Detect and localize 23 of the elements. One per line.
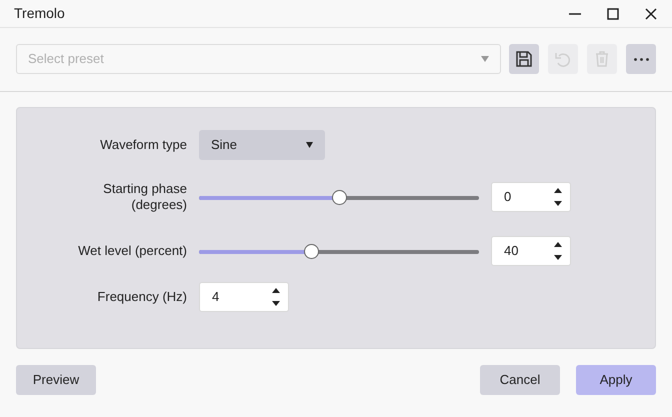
slider-thumb[interactable] <box>332 190 347 204</box>
footer-button[interactable]: Apply <box>576 365 656 395</box>
field-label: Waveform type <box>99 137 187 153</box>
number-field[interactable]: 40 <box>491 236 571 266</box>
number-field[interactable]: 4 <box>199 282 289 312</box>
stepper-icon[interactable] <box>554 187 562 207</box>
field-label: Starting phase (degrees) <box>102 181 187 213</box>
more-icon <box>634 58 648 60</box>
stepper-icon[interactable] <box>272 287 280 307</box>
field-label: Wet level (percent) <box>77 243 187 259</box>
field-label: Frequency (Hz) <box>96 289 187 305</box>
stepper-icon[interactable] <box>554 241 562 261</box>
window-title: Tremolo <box>14 4 65 23</box>
save-button[interactable] <box>509 44 539 74</box>
number-field[interactable]: 0 <box>491 182 571 212</box>
slider[interactable] <box>199 190 479 204</box>
caret-icon <box>306 142 313 148</box>
waveform-dropdown[interactable]: Sine <box>199 130 325 160</box>
footer-button[interactable]: Cancel <box>480 365 560 395</box>
footer-button[interactable]: Preview <box>16 365 96 395</box>
caret-icon <box>481 56 489 62</box>
slider[interactable] <box>199 244 479 258</box>
slider-thumb[interactable] <box>304 244 319 258</box>
